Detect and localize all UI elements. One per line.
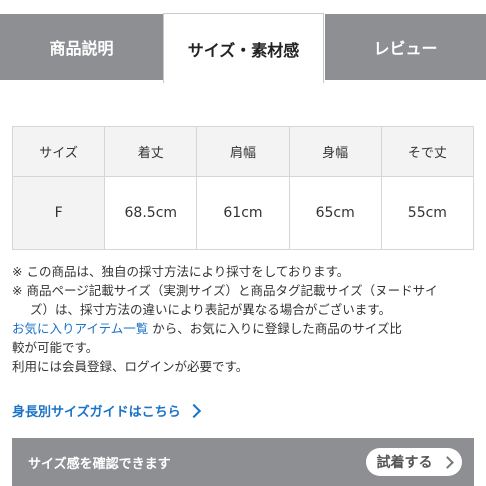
note-size-difference: ※ 商品ページ記載サイズ（実測サイズ）と商品タグ記載サイズ（ヌードサイ — [12, 283, 438, 298]
header-length: 着丈 — [104, 126, 198, 177]
shoulder-cell: 61cm — [196, 176, 290, 250]
chest-cell: 65cm — [288, 176, 382, 250]
header-chest: 身幅 — [288, 126, 382, 177]
length-cell: 68.5cm — [104, 176, 198, 250]
login-note: 利用には会員登録、ログインが必要です。 — [12, 359, 249, 374]
size-table: サイズ 着丈 肩幅 身幅 そで丈 F 68.5cm 61cm 65cm 55cm — [11, 126, 475, 250]
try-on-bar: サイズ感を確認できます 試着する — [12, 438, 474, 486]
chevron-right-icon — [186, 403, 201, 418]
tab-bar: 商品説明 サイズ・素材感 レビュー — [0, 0, 486, 83]
tab-reviews[interactable]: レビュー — [325, 14, 486, 80]
header-size: サイズ — [11, 126, 106, 177]
favorites-link[interactable]: お気に入りアイテム一覧 — [12, 321, 148, 336]
favorites-note-cont: 較が可能です。 — [12, 340, 99, 355]
header-shoulder: 肩幅 — [196, 126, 290, 177]
try-on-button[interactable]: 試着する — [366, 448, 462, 476]
size-guide-label: 身長別サイズガイドはこちら — [12, 405, 181, 420]
note-size-difference-cont: ズ）は、採寸方法の違いにより表記が異なる場合がございます。 — [30, 302, 392, 317]
favorites-text: から、お気に入りに登録した商品のサイズ比 — [148, 321, 402, 336]
note-measurement: ※ この商品は、独自の採寸方法により採寸をしております。 — [12, 264, 350, 279]
table-row: F 68.5cm 61cm 65cm 55cm — [11, 176, 475, 250]
size-guide-link[interactable]: 身長別サイズガイドはこちら — [12, 401, 201, 420]
size-table-header-row: サイズ 着丈 肩幅 身幅 そで丈 — [11, 126, 475, 177]
sleeve-cell: 55cm — [380, 176, 475, 250]
size-notes: ※ この商品は、独自の採寸方法により採寸をしております。 ※ 商品ページ記載サイ… — [12, 262, 478, 376]
header-sleeve: そで丈 — [380, 126, 475, 177]
try-on-button-label: 試着する — [376, 455, 433, 471]
tab-size-material[interactable]: サイズ・素材感 — [163, 13, 324, 83]
chevron-right-icon — [440, 455, 454, 469]
favorites-note: お気に入りアイテム一覧 から、お気に入りに登録した商品のサイズ比 — [12, 319, 478, 338]
tab-product-description[interactable]: 商品説明 — [0, 14, 163, 80]
try-on-label: サイズ感を確認できます — [28, 456, 171, 472]
size-cell: F — [11, 176, 106, 250]
